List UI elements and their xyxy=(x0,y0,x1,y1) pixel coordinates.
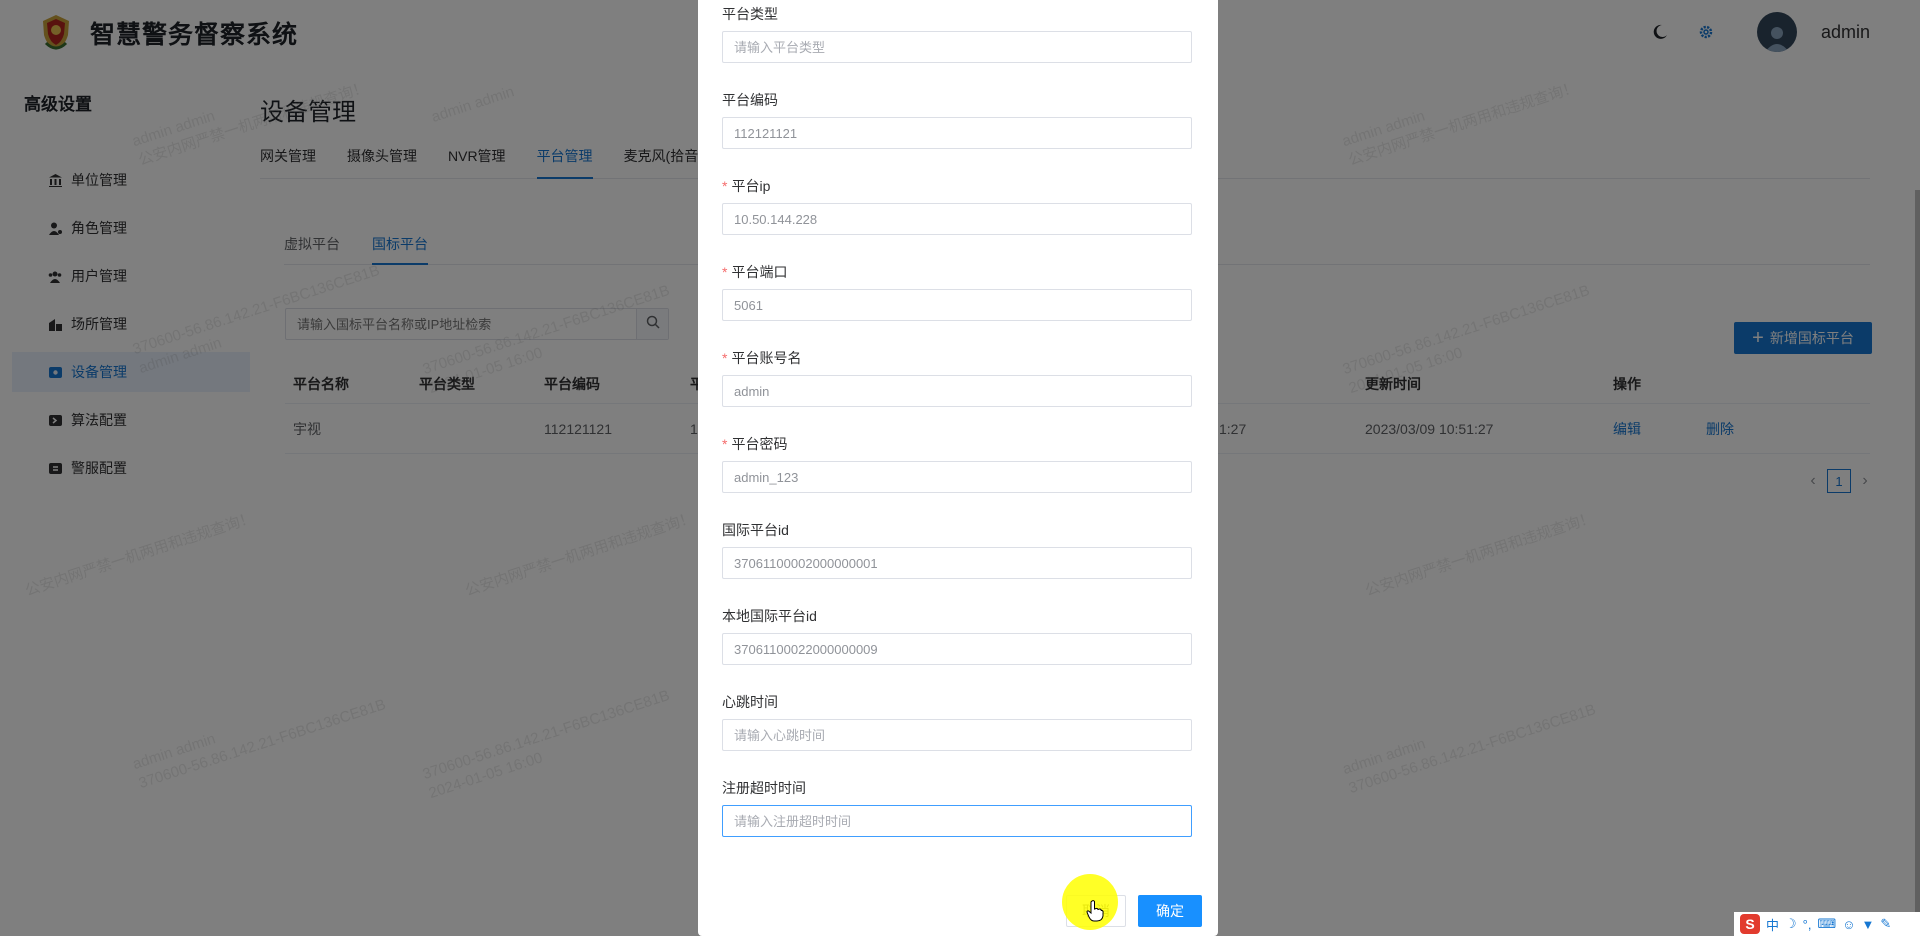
label-heartbeat-time: 心跳时间 xyxy=(722,694,778,710)
platform-type-input[interactable] xyxy=(722,31,1192,63)
label-platform-account: * 平台账号名 xyxy=(722,350,802,366)
platform-port-input[interactable] xyxy=(722,289,1192,321)
label-platform-type: 平台类型 xyxy=(722,6,778,22)
platform-ip-input[interactable] xyxy=(722,203,1192,235)
wrench-icon[interactable]: ✎ xyxy=(1880,916,1891,932)
ime-tray: S 中 ☽ °, ⌨ ☺ ▼ ✎ xyxy=(1734,912,1920,936)
required-mark: * xyxy=(722,350,728,366)
register-timeout-input[interactable] xyxy=(722,805,1192,837)
moon-icon[interactable]: ☽ xyxy=(1785,916,1797,932)
label-platform-code: 平台编码 xyxy=(722,92,778,108)
keyboard-icon[interactable]: ⌨ xyxy=(1817,916,1836,932)
sogou-ime-icon[interactable]: S xyxy=(1740,914,1760,934)
platform-account-input[interactable] xyxy=(722,375,1192,407)
label-platform-password: * 平台密码 xyxy=(722,436,788,452)
user-icon[interactable]: ☺ xyxy=(1842,917,1855,932)
required-mark: * xyxy=(722,436,728,452)
required-mark: * xyxy=(722,264,728,280)
label-register-timeout: 注册超时时间 xyxy=(722,780,806,796)
platform-code-input[interactable] xyxy=(722,117,1192,149)
punctuation-icon[interactable]: °, xyxy=(1803,917,1812,932)
required-mark: * xyxy=(722,178,728,194)
national-platform-id-input[interactable] xyxy=(722,547,1192,579)
hand-cursor-icon xyxy=(1086,900,1104,922)
label-local-platform-id: 本地国际平台id xyxy=(722,608,817,624)
platform-password-input[interactable] xyxy=(722,461,1192,493)
label-national-platform-id: 国际平台id xyxy=(722,522,789,538)
label-platform-port: * 平台端口 xyxy=(722,264,788,280)
skin-icon[interactable]: ▼ xyxy=(1862,917,1875,932)
local-platform-id-input[interactable] xyxy=(722,633,1192,665)
platform-edit-dialog: 平台类型 平台编码 *平台ip *平台端口 *平台账号名 *平台密码 国际平台i… xyxy=(698,0,1218,936)
ime-mode-label[interactable]: 中 xyxy=(1766,915,1779,934)
confirm-button[interactable]: 确定 xyxy=(1138,895,1202,927)
label-platform-ip: * 平台ip xyxy=(722,178,771,194)
heartbeat-time-input[interactable] xyxy=(722,719,1192,751)
